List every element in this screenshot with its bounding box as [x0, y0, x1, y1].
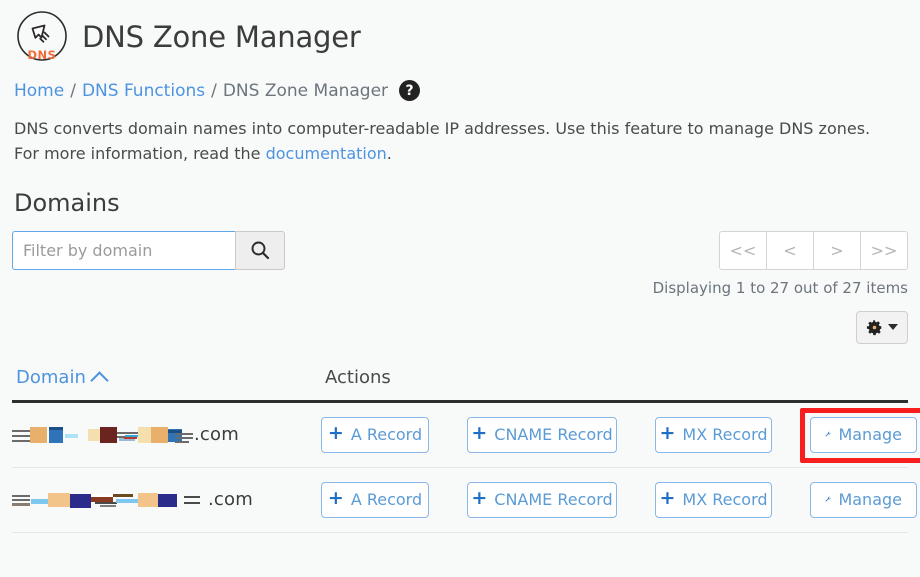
- cell-actions: + A Record + CNAME Record + MX Record Ma…: [321, 467, 917, 533]
- add-cname-record-button[interactable]: + CNAME Record: [467, 481, 617, 518]
- breadcrumb-separator: /: [211, 80, 217, 101]
- dns-zone-manager-page: DNS DNS Zone Manager Home / DNS Function…: [0, 0, 920, 577]
- manage-button-wrapper: Manage: [800, 407, 920, 463]
- pagination-last[interactable]: >>: [860, 230, 908, 270]
- table-head: Domain Actions: [12, 358, 908, 403]
- button-label: Manage: [838, 425, 902, 445]
- plus-icon: +: [327, 487, 344, 510]
- plus-icon: +: [471, 422, 488, 445]
- description-line-2-prefix: For more information, read the: [14, 143, 266, 163]
- wrench-icon: [825, 496, 831, 502]
- cell-actions: + A Record + CNAME Record + MX Record Ma…: [321, 401, 920, 468]
- svg-text:DNS: DNS: [28, 48, 57, 62]
- column-label-domain: Domain: [16, 366, 86, 388]
- breadcrumb-separator: /: [70, 80, 76, 101]
- button-label: MX Record: [682, 425, 768, 445]
- pagination-first[interactable]: <<: [719, 230, 767, 270]
- gear-icon: [866, 319, 882, 335]
- manage-button[interactable]: Manage: [810, 416, 917, 453]
- pagination-controls: << < > >>: [719, 230, 908, 270]
- table-row: .com + A Record + CNAME Record + MX Reco…: [12, 401, 920, 468]
- cell-domain: .com: [12, 401, 321, 468]
- domain-name: .com: [12, 489, 321, 510]
- button-label: Manage: [838, 490, 902, 510]
- domain-filter-group: [12, 230, 285, 270]
- table-header-row: Domain Actions: [12, 358, 908, 403]
- wrench-icon: [825, 431, 831, 437]
- search-button[interactable]: [235, 230, 285, 270]
- button-label: CNAME Record: [494, 425, 613, 445]
- description-line-1: DNS converts domain names into computer-…: [14, 119, 871, 138]
- help-icon[interactable]: ?: [399, 80, 421, 101]
- cell-domain: .com: [12, 467, 321, 533]
- table-body: .com + A Record + CNAME Record + MX Reco…: [12, 401, 920, 533]
- table-settings-button[interactable]: [856, 310, 908, 344]
- page-title: DNS Zone Manager: [82, 20, 361, 54]
- add-a-record-button[interactable]: + A Record: [321, 481, 429, 518]
- add-a-record-button[interactable]: + A Record: [321, 416, 429, 453]
- breadcrumb-current: DNS Zone Manager: [222, 80, 389, 101]
- documentation-link[interactable]: documentation: [266, 144, 387, 163]
- breadcrumb-link-home[interactable]: Home: [14, 81, 64, 101]
- row-actions: + A Record + CNAME Record + MX Record Ma…: [321, 481, 917, 518]
- plus-icon: +: [327, 422, 344, 445]
- add-cname-record-button[interactable]: + CNAME Record: [467, 416, 617, 453]
- manage-button[interactable]: Manage: [810, 481, 917, 518]
- pagination-previous[interactable]: <: [766, 230, 814, 270]
- domain-tld: .com: [194, 424, 239, 446]
- description-line-2-suffix: .: [386, 143, 392, 163]
- row-actions: + A Record + CNAME Record + MX Record Ma…: [321, 407, 920, 463]
- plus-icon: +: [659, 487, 676, 510]
- domains-heading: Domains: [14, 188, 120, 217]
- page-description: DNS converts domain names into computer-…: [12, 107, 908, 167]
- button-label: A Record: [350, 490, 423, 510]
- add-mx-record-button[interactable]: + MX Record: [655, 481, 772, 518]
- sort-domain-link[interactable]: Domain: [16, 366, 109, 390]
- dns-logo: DNS: [14, 9, 70, 65]
- app-header: DNS DNS Zone Manager: [12, 0, 908, 68]
- table-toolbar: [12, 310, 908, 353]
- chevron-up-icon: [90, 370, 109, 390]
- column-header-domain: Domain: [12, 358, 321, 403]
- button-label: MX Record: [682, 490, 768, 510]
- button-label: CNAME Record: [494, 490, 613, 510]
- plus-icon: +: [659, 422, 676, 445]
- table-row: .com + A Record + CNAME Record + MX Reco…: [12, 467, 917, 533]
- breadcrumb-link-dns-functions[interactable]: DNS Functions: [82, 81, 205, 101]
- breadcrumb: Home / DNS Functions / DNS Zone Manager …: [12, 68, 908, 107]
- plus-icon: +: [471, 487, 488, 510]
- domains-table: Domain Actions .com + A Record + CNAME R…: [12, 358, 920, 533]
- column-header-actions: Actions: [321, 358, 908, 403]
- search-icon: [251, 241, 270, 260]
- pagination-status: Displaying 1 to 27 out of 27 items: [652, 278, 908, 297]
- redacted-domain-text: [12, 491, 200, 509]
- domain-tld: .com: [208, 489, 253, 511]
- redacted-domain-text: [12, 426, 193, 444]
- filter-row: << < > >> Displaying 1 to 27 out of 27 i…: [12, 217, 908, 297]
- pagination-next[interactable]: >: [813, 230, 861, 270]
- button-label: A Record: [350, 425, 423, 445]
- chevron-down-icon: [888, 324, 898, 331]
- manage-button-wrapper: Manage: [810, 481, 917, 518]
- search-input[interactable]: [12, 230, 235, 270]
- hand-pointer-icon: DNS: [17, 11, 67, 62]
- add-mx-record-button[interactable]: + MX Record: [655, 416, 772, 453]
- domain-name: .com: [12, 424, 321, 445]
